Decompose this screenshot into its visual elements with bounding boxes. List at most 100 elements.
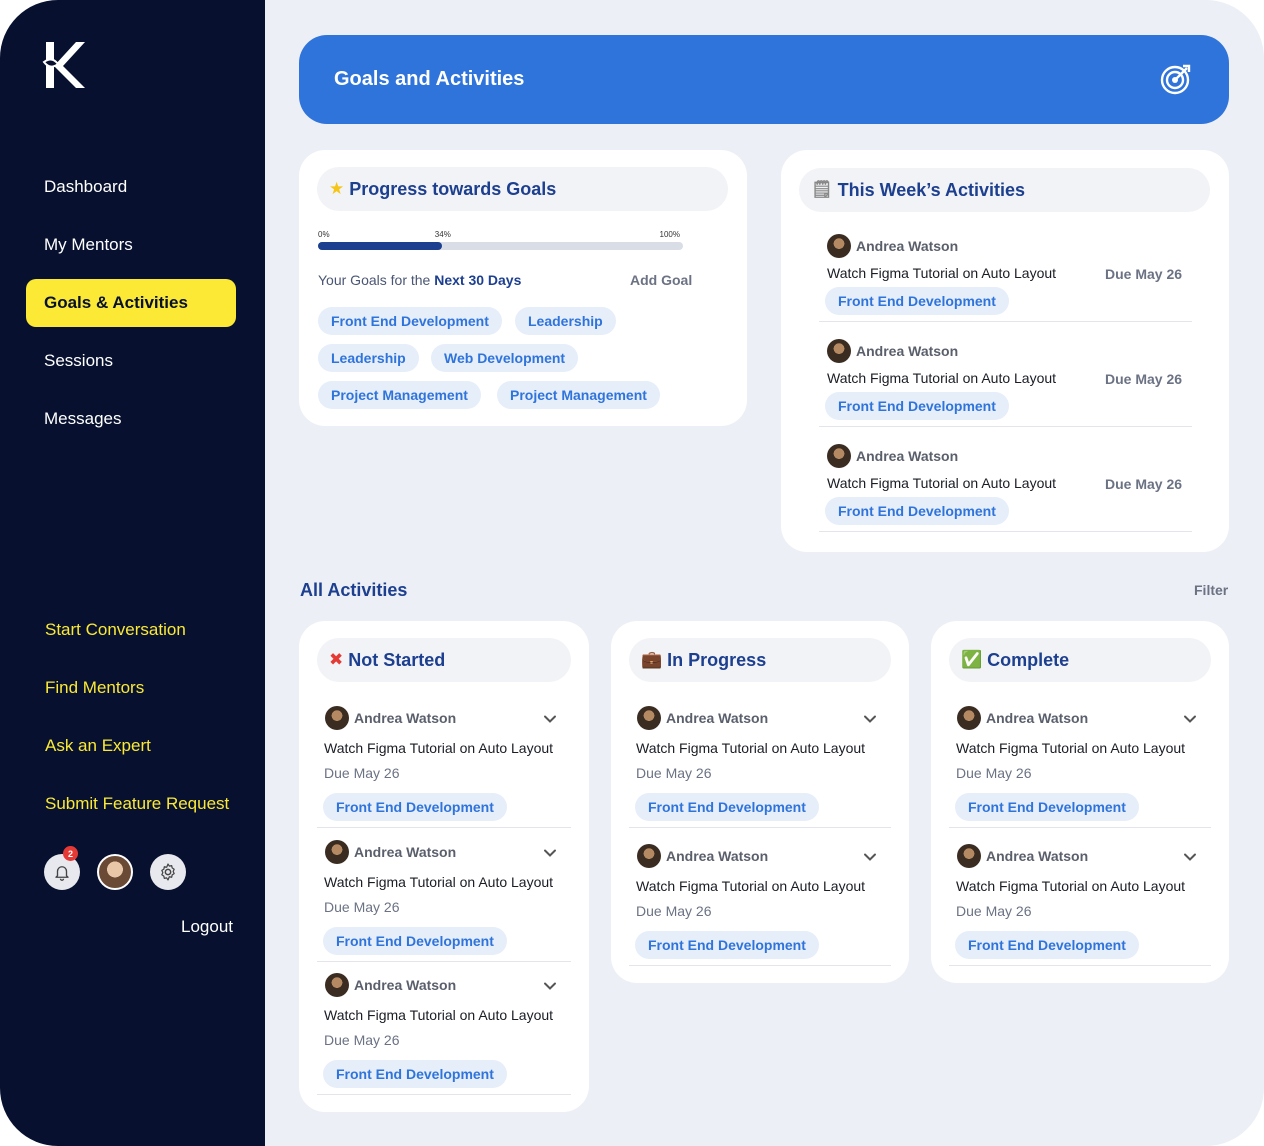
activity-due-date: Due May 26 xyxy=(1105,266,1183,282)
activity-task: Watch Figma Tutorial on Auto Layout xyxy=(827,370,1057,386)
column-title: Complete xyxy=(987,649,1070,670)
chevron-down-icon[interactable] xyxy=(1183,850,1197,864)
activity-tag[interactable]: Front End Development xyxy=(955,931,1139,959)
activity-due-date: Due May 26 xyxy=(1105,476,1183,492)
logout-link[interactable]: Logout xyxy=(181,917,233,937)
activity-tag[interactable]: Front End Development xyxy=(825,497,1009,525)
owner-name: Andrea Watson xyxy=(666,848,769,864)
activity-tag[interactable]: Front End Development xyxy=(323,926,507,955)
avatar xyxy=(957,844,981,868)
activity-tag[interactable]: Front End Development xyxy=(323,793,507,821)
settings-button[interactable] xyxy=(150,854,186,890)
goals-prefix: Your Goals for the xyxy=(318,272,435,288)
chevron-down-icon[interactable] xyxy=(1183,712,1197,726)
activity-tag[interactable]: Front End Development xyxy=(955,793,1139,821)
activity-owner: Andrea Watson xyxy=(325,839,457,864)
goals-highlight: Next 30 Days xyxy=(434,272,522,288)
activity-card-item[interactable]: Andrea Watson Watch Figma Tutorial on Aut… xyxy=(317,962,571,1095)
find-mentors-link[interactable]: Find Mentors xyxy=(45,678,240,698)
activity-owner: Andrea Watson xyxy=(325,973,456,997)
column-header: 💼 In Progress xyxy=(629,638,891,682)
activity-task: Watch Figma Tutorial on Auto Layout xyxy=(956,878,1186,894)
activity-tag[interactable]: Front End Development xyxy=(825,392,1009,420)
activity-card-item[interactable]: Andrea Watson Watch Figma Tutorial on Aut… xyxy=(949,833,1211,966)
avatar xyxy=(827,234,851,258)
user-avatar[interactable] xyxy=(97,854,133,890)
start-conversation-link[interactable]: Start Conversation xyxy=(45,620,240,640)
activity-owner: Andrea Watson xyxy=(827,444,958,468)
week-activity-item[interactable]: Andrea Watson Watch Figma Tutorial on Aut… xyxy=(819,217,1192,322)
goals-timeframe: Your Goals for the Next 30 Days xyxy=(318,272,521,288)
cross-icon: ✖ xyxy=(329,650,344,670)
activity-tag[interactable]: Front End Development xyxy=(323,1060,507,1088)
progress-tick-mid: 34% xyxy=(434,230,451,239)
progress-track xyxy=(318,242,683,250)
avatar xyxy=(637,844,661,868)
activity-card-item[interactable]: Andrea Watson Watch Figma Tutorial on Aut… xyxy=(629,833,891,966)
chevron-down-icon[interactable] xyxy=(543,979,557,993)
goal-chip[interactable]: Web Development xyxy=(431,344,579,372)
activity-due-date: Due May 26 xyxy=(1105,371,1183,387)
column-title: Not Started xyxy=(348,649,446,670)
activity-card-item[interactable]: Andrea Watson Watch Figma Tutorial on Aut… xyxy=(317,829,571,962)
activity-owner: Andrea Watson xyxy=(637,844,768,868)
briefcase-icon: 💼 xyxy=(641,650,663,670)
nav-sessions[interactable]: Sessions xyxy=(26,337,236,385)
avatar xyxy=(827,339,851,363)
activity-owner: Andrea Watson xyxy=(827,339,958,363)
activity-task: Watch Figma Tutorial on Auto Layout xyxy=(324,740,554,756)
logo-icon[interactable] xyxy=(42,40,86,90)
chevron-down-icon[interactable] xyxy=(543,712,557,726)
week-activity-item[interactable]: Andrea Watson Watch Figma Tutorial on Aut… xyxy=(819,427,1192,532)
activity-card-item[interactable]: Andrea Watson Watch Figma Tutorial on Aut… xyxy=(629,695,891,828)
goal-chip[interactable]: Leadership xyxy=(515,307,616,335)
column-title: In Progress xyxy=(667,649,767,670)
activity-owner: Andrea Watson xyxy=(827,234,958,258)
all-activities-title: All Activities xyxy=(300,580,408,600)
activity-task: Watch Figma Tutorial on Auto Layout xyxy=(827,265,1057,281)
goal-chip[interactable]: Project Management xyxy=(318,381,481,409)
nav-goals-activities[interactable]: Goals & Activities xyxy=(26,279,236,327)
chevron-down-icon[interactable] xyxy=(863,850,877,864)
activity-card-item[interactable]: Andrea Watson Watch Figma Tutorial on Aut… xyxy=(317,695,571,828)
activity-task: Watch Figma Tutorial on Auto Layout xyxy=(636,740,866,756)
chevron-down-icon[interactable] xyxy=(863,712,877,726)
page-header: Goals and Activities xyxy=(299,35,1229,124)
week-card-title: This Week’s Activities xyxy=(837,179,1026,200)
goal-chip[interactable]: Front End Development xyxy=(318,307,502,335)
owner-name: Andrea Watson xyxy=(986,710,1089,726)
bell-icon xyxy=(55,866,69,881)
activity-due-date: Due May 26 xyxy=(956,765,1032,781)
column-header: ✖ Not Started xyxy=(317,638,571,682)
filter-button[interactable]: Filter xyxy=(1194,582,1228,598)
nav-messages[interactable]: Messages xyxy=(26,395,236,443)
week-activity-item[interactable]: Andrea Watson Watch Figma Tutorial on Aut… xyxy=(819,322,1192,427)
submit-feature-request-link[interactable]: Submit Feature Request xyxy=(45,794,240,814)
owner-name: Andrea Watson xyxy=(354,843,457,860)
app-frame: Dashboard My Mentors Goals & Activities … xyxy=(0,0,1264,1146)
activity-card-item[interactable]: Andrea Watson Watch Figma Tutorial on Aut… xyxy=(949,695,1211,828)
goal-chip[interactable]: Project Management xyxy=(497,381,660,409)
activity-owner: Andrea Watson xyxy=(957,706,1088,730)
add-goal-button[interactable]: Add Goal xyxy=(630,272,692,288)
progress-tick-start: 0% xyxy=(318,230,330,239)
progress-fill xyxy=(318,242,443,250)
activity-task: Watch Figma Tutorial on Auto Layout xyxy=(324,873,554,890)
activity-owner: Andrea Watson xyxy=(637,706,768,730)
activity-tag[interactable]: Front End Development xyxy=(825,287,1009,315)
chevron-down-icon[interactable] xyxy=(543,846,557,860)
activity-tag[interactable]: Front End Development xyxy=(635,793,819,821)
star-icon: ★ xyxy=(329,179,345,199)
owner-name: Andrea Watson xyxy=(856,448,959,464)
owner-name: Andrea Watson xyxy=(666,710,769,726)
progress-card: ★ Progress towards Goals 0% 34% 100% You… xyxy=(299,150,747,426)
nav-dashboard[interactable]: Dashboard xyxy=(26,163,236,211)
owner-name: Andrea Watson xyxy=(856,343,959,359)
ask-expert-link[interactable]: Ask an Expert xyxy=(45,736,240,756)
activity-tag[interactable]: Front End Development xyxy=(635,931,819,959)
progress-card-header: ★ Progress towards Goals xyxy=(317,167,728,211)
nav-my-mentors[interactable]: My Mentors xyxy=(26,221,236,269)
week-activities-card: 🗒 This Week’s Activities Andrea Watson Wa… xyxy=(781,150,1229,552)
column-not-started: ✖ Not Started Andrea Watson Watch Figma T… xyxy=(299,621,589,1112)
goal-chip[interactable]: Leadership xyxy=(318,344,419,372)
